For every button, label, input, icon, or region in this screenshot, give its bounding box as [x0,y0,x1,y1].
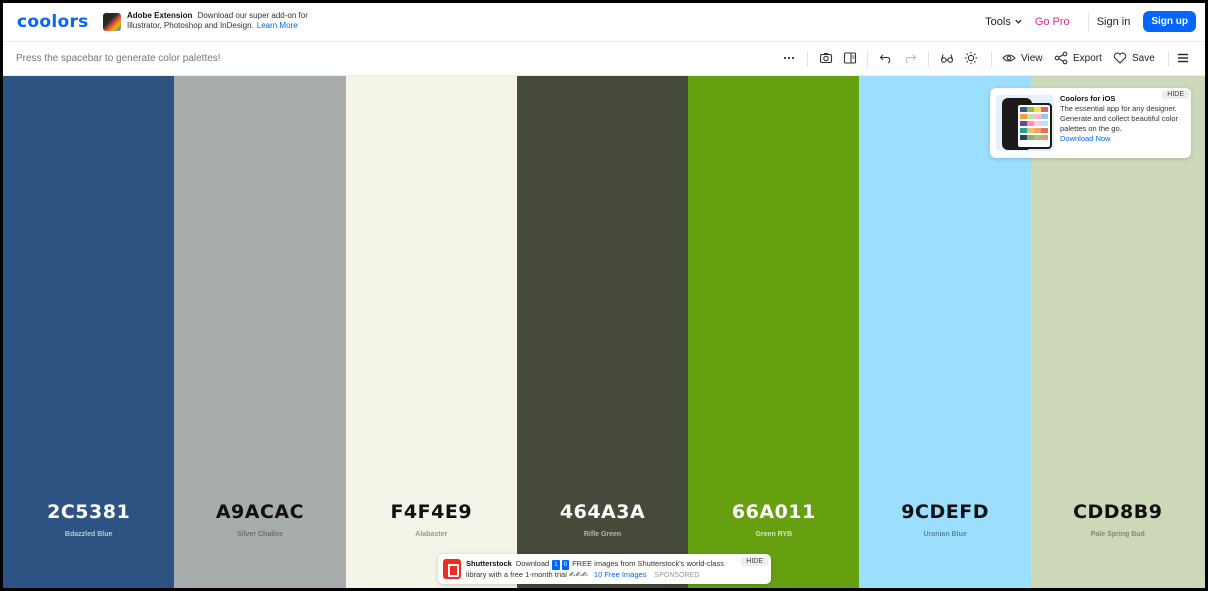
color-hex-code[interactable]: 66A011 [688,501,859,523]
tools-menu[interactable]: Tools [985,16,1023,28]
color-column[interactable]: F4F4E9 Alabaster [345,76,517,588]
color-name[interactable]: Rifle Green [517,531,688,538]
top-navbar: coolors Adobe Extension Download our sup… [3,3,1205,42]
menu-icon[interactable] [1176,51,1190,65]
color-name[interactable]: Alabaster [346,531,517,538]
shutterstock-num-2: 0 [561,560,569,570]
toolbar-divider [1168,51,1169,67]
share-icon [1054,51,1068,65]
more-icon[interactable] [782,51,796,65]
color-hex-code[interactable]: A9ACAC [174,501,345,523]
eye-icon [1002,54,1016,62]
color-column[interactable]: 2C5381 Bdazzled Blue [3,76,175,588]
hand-icons: ✍✍✍ [568,570,588,579]
shutterstock-brand: Shutterstock [466,559,512,568]
color-column[interactable]: 464A3A Rifle Green [516,76,689,588]
sign-up-button[interactable]: Sign up [1143,11,1196,32]
sun-icon[interactable] [964,51,978,65]
shutterstock-ad[interactable]: Shutterstock Download 10 FREE images from… [438,554,771,584]
free-images-link[interactable]: 10 Free Images [594,570,647,579]
view-button[interactable]: View [1002,51,1043,65]
export-label: Export [1073,52,1102,64]
tools-label: Tools [985,15,1011,28]
color-name[interactable]: Silver Chalice [174,531,345,538]
adobe-ad-line2: Illustrator, Photoshop and InDesign. [127,21,254,30]
color-hex-code[interactable]: CDD8B9 [1031,501,1205,523]
coolors-logo[interactable]: coolors [17,12,89,32]
save-button[interactable]: Save [1113,51,1155,65]
palette-toolbar: Press the spacebar to generate color pal… [3,42,1205,76]
toolbar-divider [807,51,808,67]
color-hex-code[interactable]: F4F4E9 [346,501,517,523]
color-name[interactable]: Bdazzled Blue [3,531,174,538]
redo-icon[interactable] [903,51,917,65]
shutterstock-pre: Download [515,559,550,568]
phone-image [996,95,1054,151]
color-name[interactable]: Pale Spring Bud [1031,531,1205,538]
view-label: View [1021,52,1043,64]
toolbar-divider [991,51,992,67]
color-hex-code[interactable]: 9CDEFD [859,501,1030,523]
sponsored-label: SPONSORED [654,572,700,579]
color-name[interactable]: Green RYB [688,531,859,538]
shutterstock-num-1: 1 [552,560,560,570]
color-name[interactable]: Uranian Blue [859,531,1030,538]
ios-app-promo[interactable]: Coolors for iOS The essential app for an… [990,88,1191,158]
color-hex-code[interactable]: 2C5381 [3,501,174,523]
chevron-down-icon [1015,19,1022,24]
adobe-extension-icon [103,13,121,31]
sign-in-link[interactable]: Sign in [1097,16,1131,28]
toolbar-divider [867,51,868,67]
hide-shutterstock-ad-button[interactable]: HIDE [741,557,768,566]
export-button[interactable]: Export [1054,51,1102,65]
toolbar-divider [928,51,929,67]
undo-icon[interactable] [879,51,893,65]
color-column[interactable]: A9ACAC Silver Chalice [174,76,346,588]
ios-promo-body: The essential app for any designer. Gene… [1060,104,1178,133]
color-hex-code[interactable]: 464A3A [517,501,688,523]
learn-more-link[interactable]: Learn More [257,21,298,30]
shutterstock-logo-icon [443,559,461,579]
hide-ios-promo-button[interactable]: HIDE [1162,90,1189,99]
save-label: Save [1132,52,1155,64]
adobe-extension-ad[interactable]: Adobe Extension Download our super add-o… [103,11,308,31]
panel-icon[interactable] [843,51,857,65]
heart-icon [1113,52,1127,64]
download-now-link[interactable]: Download Now [1060,134,1188,144]
go-pro-link[interactable]: Go Pro [1035,16,1070,28]
app-window: coolors Adobe Extension Download our sup… [3,3,1205,588]
color-column[interactable]: 66A011 Green RYB [688,76,860,588]
glasses-icon[interactable] [940,51,954,65]
nav-divider [1087,12,1089,31]
adobe-ad-line1: Download our super add-on for [197,11,308,20]
camera-icon[interactable] [819,51,833,65]
adobe-ad-title: Adobe Extension [127,11,193,20]
